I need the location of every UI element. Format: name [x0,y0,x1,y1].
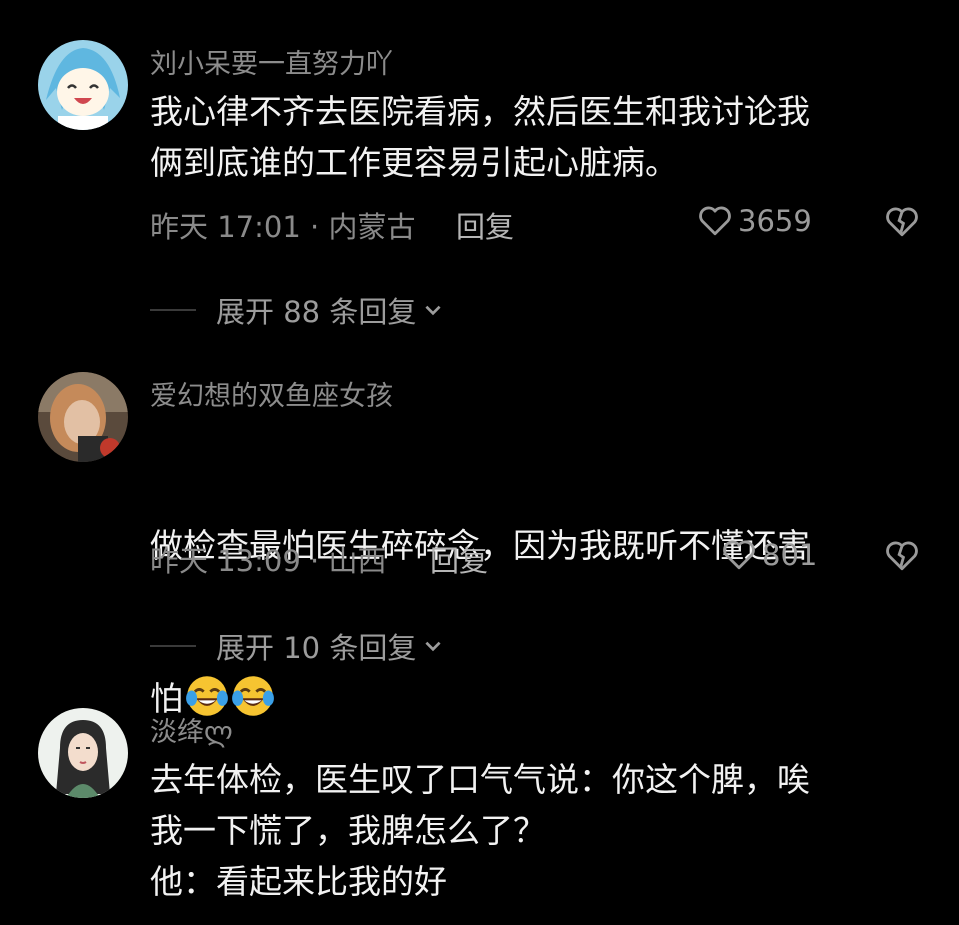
username[interactable]: 淡绛ლ [150,710,233,749]
comment-meta: 昨天 17:01 · 内蒙古 回复 3659 [150,204,919,244]
timestamp-location: 昨天 13:09 · 山西 [150,544,387,578]
dislike-button[interactable] [885,540,919,579]
expand-label: 展开 10 条回复 [216,631,417,665]
chevron-down-icon [425,305,441,316]
heart-outline-icon [699,206,731,236]
like-button[interactable]: 801 [722,538,817,572]
username[interactable]: 刘小呆要一直努力吖 [150,42,393,81]
divider-line [150,645,196,647]
expand-label: 展开 88 条回复 [216,295,417,329]
reply-button[interactable]: 回复 [456,204,514,246]
like-count: 801 [762,538,818,572]
broken-heart-icon [886,541,918,571]
comment-text-line: 怕 [150,673,910,724]
like-count: 3659 [738,204,812,238]
reply-button[interactable]: 回复 [430,538,488,580]
expand-replies-button[interactable]: 展开 10 条回复 [150,626,444,666]
dislike-button[interactable] [885,206,919,245]
comment-meta: 昨天 13:09 · 山西 回复 801 [150,538,919,578]
crying-laughing-emoji [232,676,274,716]
broken-heart-icon [886,207,918,237]
timestamp-location: 昨天 17:01 · 内蒙古 [150,210,416,244]
avatar[interactable] [38,708,128,798]
comment-text: 我心律不齐去医院看病，然后医生和我讨论我 俩到底谁的工作更容易引起心脏病。 [150,92,810,182]
like-button[interactable]: 3659 [698,204,812,238]
username[interactable]: 爱幻想的双鱼座女孩 [150,374,393,413]
chevron-down-icon [425,641,441,652]
avatar[interactable] [38,40,128,130]
expand-replies-button[interactable]: 展开 88 条回复 [150,290,444,330]
avatar[interactable] [38,372,128,462]
comment-text: 去年体检，医生叹了口气气说：你这个脾，唉 我一下慌了，我脾怎么了？ 他：看起来比… [150,760,810,901]
heart-outline-icon [723,540,755,570]
divider-line [150,309,196,311]
